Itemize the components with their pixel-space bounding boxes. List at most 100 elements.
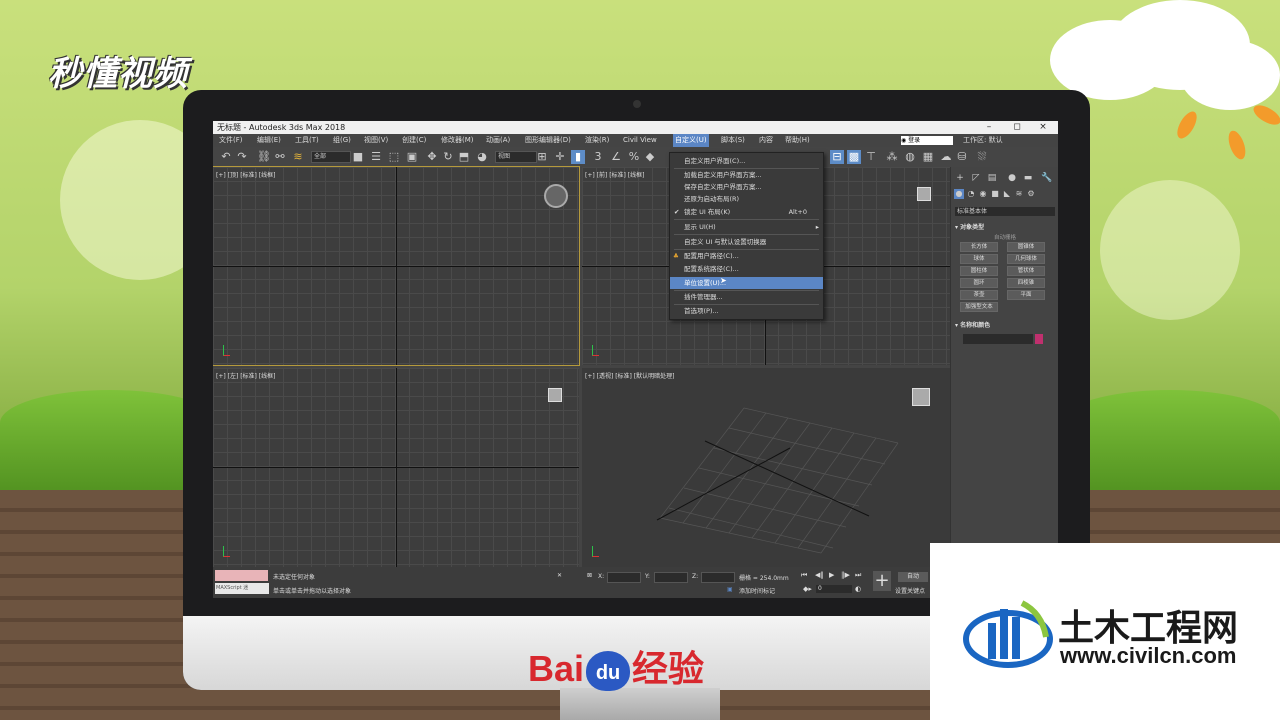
window-crossing-icon[interactable]: ▣ — [405, 150, 419, 164]
y-coordinate-field[interactable] — [654, 572, 688, 583]
maxscript-listener[interactable] — [215, 570, 268, 581]
viewport-left[interactable]: [+] [左] [标准] [线框] — [213, 368, 579, 567]
cone-button[interactable]: 圆锥体 — [1007, 242, 1045, 252]
menu-content[interactable]: 内容 — [759, 134, 773, 147]
spinner-snap-icon[interactable]: ◆ — [643, 150, 657, 164]
render-setup-icon[interactable]: ⊤ — [864, 150, 878, 164]
pyramid-button[interactable]: 四棱锥 — [1007, 278, 1045, 288]
menu-item-lock-ui[interactable]: ✔ 锁定 UI 布局(K) Alt+0 — [670, 206, 823, 218]
select-manipulate-icon[interactable]: ✛ — [553, 150, 567, 164]
viewport-top-label[interactable]: [+] [顶] [标准] [线框] — [216, 170, 275, 179]
helpers-icon[interactable]: ◣ — [1002, 189, 1012, 199]
menu-item-ui-switcher[interactable]: 自定义 UI 与默认设置切换器 — [670, 236, 823, 248]
autogrid-checkbox[interactable]: 自动栅格 — [951, 233, 1058, 241]
schematic-view-icon[interactable]: ⊟ — [830, 150, 844, 164]
utilities-tab-icon[interactable]: 🔧 — [1041, 173, 1052, 183]
menu-group[interactable]: 组(G) — [333, 134, 351, 147]
menu-item-user-paths[interactable]: ♣ 配置用户路径(C)... — [670, 250, 823, 262]
keyboard-shortcut-toggle-icon[interactable]: ▮ — [571, 150, 585, 164]
menu-edit[interactable]: 编辑(E) — [257, 134, 281, 147]
menu-item-units-setup[interactable]: 单位设置(U)... — [670, 277, 823, 289]
lights-icon[interactable]: ◉ — [978, 189, 988, 199]
viewcube-icon[interactable] — [544, 184, 568, 208]
material-editor-icon[interactable]: ▩ — [847, 150, 861, 164]
redo-icon[interactable]: ↷ — [235, 150, 249, 164]
move-icon[interactable]: ✥ — [425, 150, 439, 164]
viewport-front-label[interactable]: [+] [前] [标准] [线框] — [585, 170, 644, 179]
menu-item-load-ui-scheme[interactable]: 加载自定义用户界面方案... — [670, 169, 823, 181]
close-button[interactable]: × — [1032, 121, 1054, 134]
tube-button[interactable]: 管状体 — [1007, 266, 1045, 276]
menu-civil-view[interactable]: Civil View — [623, 134, 657, 147]
sphere-button[interactable]: 球体 — [960, 254, 998, 264]
render-iterative-icon[interactable]: ▦ — [921, 150, 935, 164]
snaps-toggle-icon[interactable]: 3 — [591, 150, 605, 164]
menu-create[interactable]: 创建(C) — [402, 134, 426, 147]
hierarchy-tab-icon[interactable]: ▤ — [987, 173, 997, 183]
menu-scripting[interactable]: 脚本(S) — [721, 134, 745, 147]
selection-filter[interactable]: 全部 — [311, 151, 351, 163]
textplus-button[interactable]: 加强型文本 — [960, 302, 998, 312]
systems-icon[interactable]: ⚙ — [1026, 189, 1036, 199]
minimize-button[interactable]: – — [978, 121, 1000, 134]
sign-in-field[interactable]: ◉ 登录 — [901, 136, 953, 145]
menu-graph-editors[interactable]: 图形编辑器(D) — [525, 134, 571, 147]
cameras-icon[interactable]: ■ — [990, 189, 1000, 199]
render-cloud-icon[interactable]: ☁ — [939, 150, 953, 164]
percent-snap-icon[interactable]: % — [627, 150, 641, 164]
auto-key-button[interactable]: 自动 — [898, 572, 928, 582]
scale-icon[interactable]: ⬒ — [457, 150, 471, 164]
menu-file[interactable]: 文件(F) — [219, 134, 243, 147]
torus-button[interactable]: 圆环 — [960, 278, 998, 288]
create-tab-icon[interactable]: + — [955, 173, 965, 183]
menu-item-plugin-manager[interactable]: 插件管理器... — [670, 291, 823, 303]
menu-item-preferences[interactable]: 首选项(P)... — [670, 305, 823, 317]
menu-modifiers[interactable]: 修改器(M) — [441, 134, 474, 147]
select-by-name-icon[interactable]: ☰ — [369, 150, 383, 164]
menu-item-customize-ui[interactable]: 自定义用户界面(C)... — [670, 155, 823, 167]
select-object-icon[interactable]: ■ — [351, 150, 365, 164]
place-icon[interactable]: ◕ — [475, 150, 489, 164]
plane-button[interactable]: 平面 — [1007, 290, 1045, 300]
reference-coord-system[interactable]: 视图 — [495, 151, 537, 163]
time-slider-icon[interactable]: ◆▸ — [803, 585, 812, 593]
object-color-swatch[interactable] — [1035, 334, 1043, 344]
previous-frame-icon[interactable]: ◀‖ — [815, 571, 824, 579]
render-icon[interactable]: ◍ — [903, 150, 917, 164]
undo-icon[interactable]: ↶ — [219, 150, 233, 164]
time-config-icon[interactable]: ◐ — [855, 585, 861, 593]
isolate-icon[interactable]: ✕ — [557, 572, 562, 579]
play-icon[interactable]: ▶ — [829, 571, 834, 579]
category-dropdown[interactable]: 标准基本体 — [955, 207, 1055, 216]
name-color-rollout[interactable]: ▾ 名称和颜色 — [955, 320, 990, 329]
object-type-rollout[interactable]: ▾ 对象类型 — [955, 222, 984, 231]
link-icon[interactable]: ⛓ — [257, 150, 271, 164]
viewport-perspective[interactable]: [+] [透视] [标准] [默认明暗处理] — [582, 368, 950, 567]
angle-snap-icon[interactable]: ∠ — [609, 150, 623, 164]
shapes-icon[interactable]: ◔ — [966, 189, 976, 199]
display-tab-icon[interactable]: ▬ — [1023, 173, 1033, 183]
box-button[interactable]: 长方体 — [960, 242, 998, 252]
bind-space-warp-icon[interactable]: ≋ — [291, 150, 305, 164]
viewcube-icon[interactable] — [912, 388, 930, 406]
workspace-selector[interactable]: 工作区: 默认 — [963, 134, 1003, 147]
maxscript-mini-listener[interactable]: MAXScript 迷 — [215, 583, 269, 594]
maximize-button[interactable]: ◻ — [1006, 121, 1028, 134]
x-coordinate-field[interactable] — [607, 572, 641, 583]
menu-tools[interactable]: 工具(T) — [295, 134, 319, 147]
geosphere-button[interactable]: 几何球体 — [1007, 254, 1045, 264]
menu-animation[interactable]: 动画(A) — [486, 134, 510, 147]
rendered-frame-icon[interactable]: ⁂ — [885, 150, 899, 164]
menu-customize[interactable]: 自定义(U) — [673, 134, 709, 147]
render-shade-icon[interactable]: ⛁ — [955, 150, 969, 164]
go-to-end-icon[interactable]: ⏭ — [855, 571, 861, 580]
absolute-mode-icon[interactable]: ⊠ — [587, 572, 592, 579]
render-online-icon[interactable]: ⛆ — [975, 150, 989, 164]
viewcube-icon[interactable] — [548, 388, 562, 402]
z-coordinate-field[interactable] — [701, 572, 735, 583]
go-to-start-icon[interactable]: ⏮ — [801, 571, 807, 580]
viewport-left-label[interactable]: [+] [左] [标准] [线框] — [216, 371, 275, 380]
set-key-button[interactable]: 设置关键点 — [895, 586, 925, 595]
object-name-field[interactable] — [963, 334, 1033, 344]
rotate-icon[interactable]: ↻ — [441, 150, 455, 164]
